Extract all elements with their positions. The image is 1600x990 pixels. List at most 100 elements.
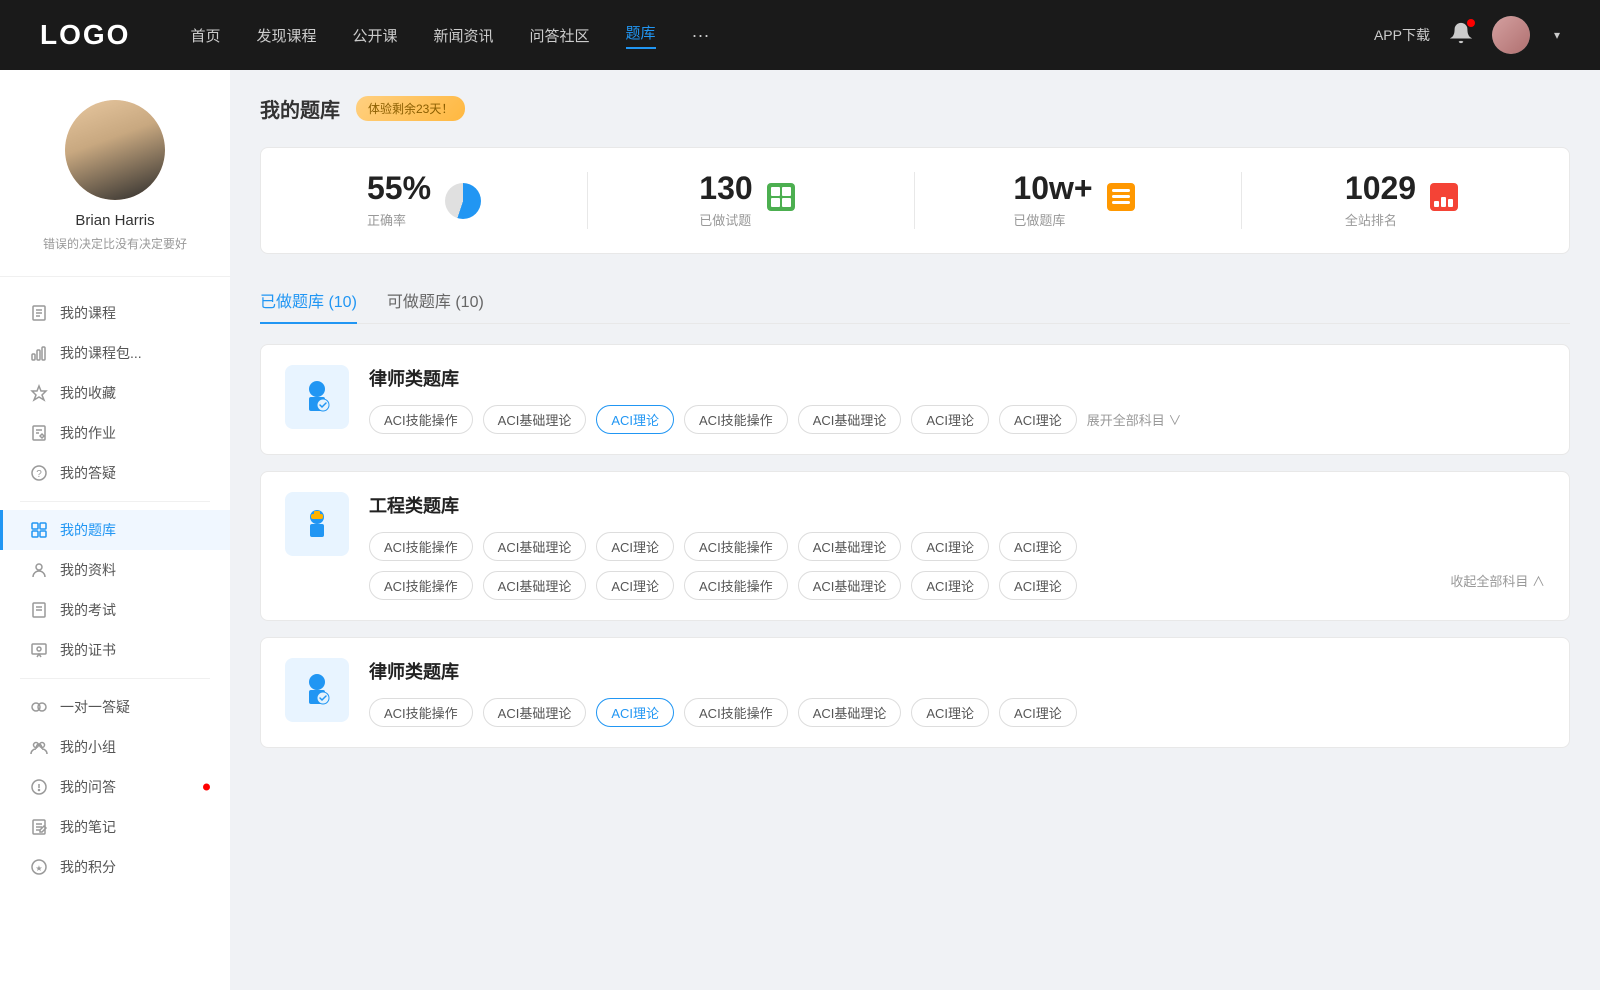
qbank-1-collapse[interactable]: 收起全部科目 ∧ <box>1450 571 1545 600</box>
qbank-0-tag-6[interactable]: ACI理论 <box>999 405 1077 434</box>
qbank-1-tag-3[interactable]: ACI技能操作 <box>684 532 788 561</box>
stat-accuracy-label: 正确率 <box>367 210 431 229</box>
qbank-card-2-tags: ACI技能操作 ACI基础理论 ACI理论 ACI技能操作 ACI基础理论 AC… <box>369 698 1545 727</box>
qbank-1-tag-5[interactable]: ACI理论 <box>911 532 989 561</box>
sidebar-item-homework[interactable]: 我的作业 <box>0 413 230 453</box>
qbank-0-tag-5[interactable]: ACI理论 <box>911 405 989 434</box>
menu-divider-2 <box>20 678 210 679</box>
sidebar-item-my-points-label: 我的积分 <box>60 857 116 877</box>
qbank-2-tag-2[interactable]: ACI理论 <box>596 698 674 727</box>
sidebar-item-my-group-label: 我的小组 <box>60 737 116 757</box>
qbank-1-r2-tag-0[interactable]: ACI技能操作 <box>369 571 473 600</box>
qbank-0-tag-4[interactable]: ACI基础理论 <box>798 405 902 434</box>
stat-done-questions-label: 已做试题 <box>699 210 752 229</box>
group-icon <box>30 738 48 756</box>
profile-section: Brian Harris 错误的决定比没有决定要好 <box>0 100 230 277</box>
user-avatar[interactable] <box>1492 16 1530 54</box>
sidebar-item-question-bank-label: 我的题库 <box>60 520 116 540</box>
qbank-1-r2-tag-4[interactable]: ACI基础理论 <box>798 571 902 600</box>
sidebar-item-my-courses[interactable]: 我的课程 <box>0 293 230 333</box>
sidebar-item-my-qa-label: 我的答疑 <box>60 463 116 483</box>
sidebar-item-my-data[interactable]: 我的资料 <box>0 550 230 590</box>
sidebar-item-certificate-label: 我的证书 <box>60 640 116 660</box>
nav-home[interactable]: 首页 <box>190 25 220 46</box>
sidebar-item-my-points[interactable]: ★ 我的积分 <box>0 847 230 887</box>
qbank-1-tag-4[interactable]: ACI基础理论 <box>798 532 902 561</box>
sidebar-item-favorites[interactable]: 我的收藏 <box>0 373 230 413</box>
lawyer2-icon <box>297 670 337 710</box>
qbank-card-2: 律师类题库 ACI技能操作 ACI基础理论 ACI理论 ACI技能操作 ACI基… <box>260 637 1570 748</box>
qbank-1-tag-2[interactable]: ACI理论 <box>596 532 674 561</box>
main-content: 我的题库 体验剩余23天！ 55% 正确率 130 已做试题 <box>230 70 1600 990</box>
sidebar-item-my-notes[interactable]: 我的笔记 <box>0 807 230 847</box>
note-icon <box>30 818 48 836</box>
qbank-2-tag-3[interactable]: ACI技能操作 <box>684 698 788 727</box>
qa2-icon <box>30 778 48 796</box>
qbank-2-tag-0[interactable]: ACI技能操作 <box>369 698 473 727</box>
qbank-1-r2-tag-6[interactable]: ACI理论 <box>999 571 1077 600</box>
sidebar-item-my-data-label: 我的资料 <box>60 560 116 580</box>
tab-available-banks[interactable]: 可做题库 (10) <box>387 278 484 324</box>
stat-ranking-label: 全站排名 <box>1345 210 1416 229</box>
qbank-1-tag-1[interactable]: ACI基础理论 <box>483 532 587 561</box>
sidebar-item-certificate[interactable]: 我的证书 <box>0 630 230 670</box>
bar2-icon <box>30 344 48 362</box>
stat-ranking-number: 1029 <box>1345 172 1416 204</box>
nav-questionbank[interactable]: 题库 <box>626 22 656 49</box>
user-chevron[interactable]: ▾ <box>1554 28 1560 42</box>
header: LOGO 首页 发现课程 公开课 新闻资讯 问答社区 题库 ··· APP下载 … <box>0 0 1600 70</box>
ranking-bar-icon <box>1430 183 1466 219</box>
qbank-1-r2-tag-1[interactable]: ACI基础理论 <box>483 571 587 600</box>
edit-icon <box>30 424 48 442</box>
qbank-1-r2-tag-2[interactable]: ACI理论 <box>596 571 674 600</box>
qbank-2-tag-1[interactable]: ACI基础理论 <box>483 698 587 727</box>
qbank-0-tag-2[interactable]: ACI理论 <box>596 405 674 434</box>
page-title: 我的题库 <box>260 94 340 123</box>
qbank-card-1-title: 工程类题库 <box>369 492 1545 518</box>
qbank-2-tag-4[interactable]: ACI基础理论 <box>798 698 902 727</box>
engineer-icon <box>297 504 337 544</box>
nav-news[interactable]: 新闻资讯 <box>434 25 494 46</box>
sidebar-menu: 我的课程 我的课程包... 我的收藏 我的作业 <box>0 277 230 903</box>
sidebar-item-question-bank[interactable]: 我的题库 <box>0 510 230 550</box>
tab-done-banks[interactable]: 已做题库 (10) <box>260 278 357 324</box>
nav-discover[interactable]: 发现课程 <box>256 25 316 46</box>
sidebar-item-one-on-one[interactable]: 一对一答疑 <box>0 687 230 727</box>
qbank-card-0: 律师类题库 ACI技能操作 ACI基础理论 ACI理论 ACI技能操作 ACI基… <box>260 344 1570 455</box>
tabs-row: 已做题库 (10) 可做题库 (10) <box>260 278 1570 324</box>
qbank-0-tag-1[interactable]: ACI基础理论 <box>483 405 587 434</box>
qbank-card-1-tags-row2: ACI技能操作 ACI基础理论 ACI理论 ACI技能操作 ACI基础理论 AC… <box>369 571 1545 600</box>
sidebar-item-my-group[interactable]: 我的小组 <box>0 727 230 767</box>
qbank-1-tag-6[interactable]: ACI理论 <box>999 532 1077 561</box>
qbank-0-tag-0[interactable]: ACI技能操作 <box>369 405 473 434</box>
qbank-card-0-header: 律师类题库 ACI技能操作 ACI基础理论 ACI理论 ACI技能操作 ACI基… <box>285 365 1545 434</box>
svg-text:?: ? <box>36 469 42 480</box>
nav-qa[interactable]: 问答社区 <box>530 25 590 46</box>
cert-icon <box>30 641 48 659</box>
qbank-1-r2-tag-5[interactable]: ACI理论 <box>911 571 989 600</box>
stat-done-questions-number: 130 <box>699 172 752 204</box>
sidebar-item-my-questions[interactable]: 我的问答 <box>0 767 230 807</box>
chat-icon <box>30 698 48 716</box>
svg-text:★: ★ <box>35 864 42 873</box>
notification-bell[interactable] <box>1450 22 1472 49</box>
nav-more[interactable]: ··· <box>692 25 710 46</box>
qbank-0-expand[interactable]: 展开全部科目 ∨ <box>1087 410 1182 429</box>
nav-open-course[interactable]: 公开课 <box>352 25 397 46</box>
qbank-2-tag-6[interactable]: ACI理论 <box>999 698 1077 727</box>
sidebar-item-my-qa[interactable]: ? 我的答疑 <box>0 453 230 493</box>
page-wrapper: Brian Harris 错误的决定比没有决定要好 我的课程 我的课程包... <box>0 70 1600 990</box>
qbank-card-1-tags-row1: ACI技能操作 ACI基础理论 ACI理论 ACI技能操作 ACI基础理论 AC… <box>369 532 1545 561</box>
sidebar-item-course-package[interactable]: 我的课程包... <box>0 333 230 373</box>
qbank-0-tag-3[interactable]: ACI技能操作 <box>684 405 788 434</box>
score-icon: ★ <box>30 858 48 876</box>
sidebar-item-favorites-label: 我的收藏 <box>60 383 116 403</box>
qbank-card-1-info: 工程类题库 ACI技能操作 ACI基础理论 ACI理论 ACI技能操作 ACI基… <box>369 492 1545 600</box>
qbank-card-2-header: 律师类题库 ACI技能操作 ACI基础理论 ACI理论 ACI技能操作 ACI基… <box>285 658 1545 727</box>
qbank-1-r2-tag-3[interactable]: ACI技能操作 <box>684 571 788 600</box>
sidebar-item-my-exam[interactable]: 我的考试 <box>0 590 230 630</box>
app-download-button[interactable]: APP下载 <box>1374 25 1430 45</box>
sidebar-item-my-questions-label: 我的问答 <box>60 777 116 797</box>
qbank-2-tag-5[interactable]: ACI理论 <box>911 698 989 727</box>
qbank-1-tag-0[interactable]: ACI技能操作 <box>369 532 473 561</box>
